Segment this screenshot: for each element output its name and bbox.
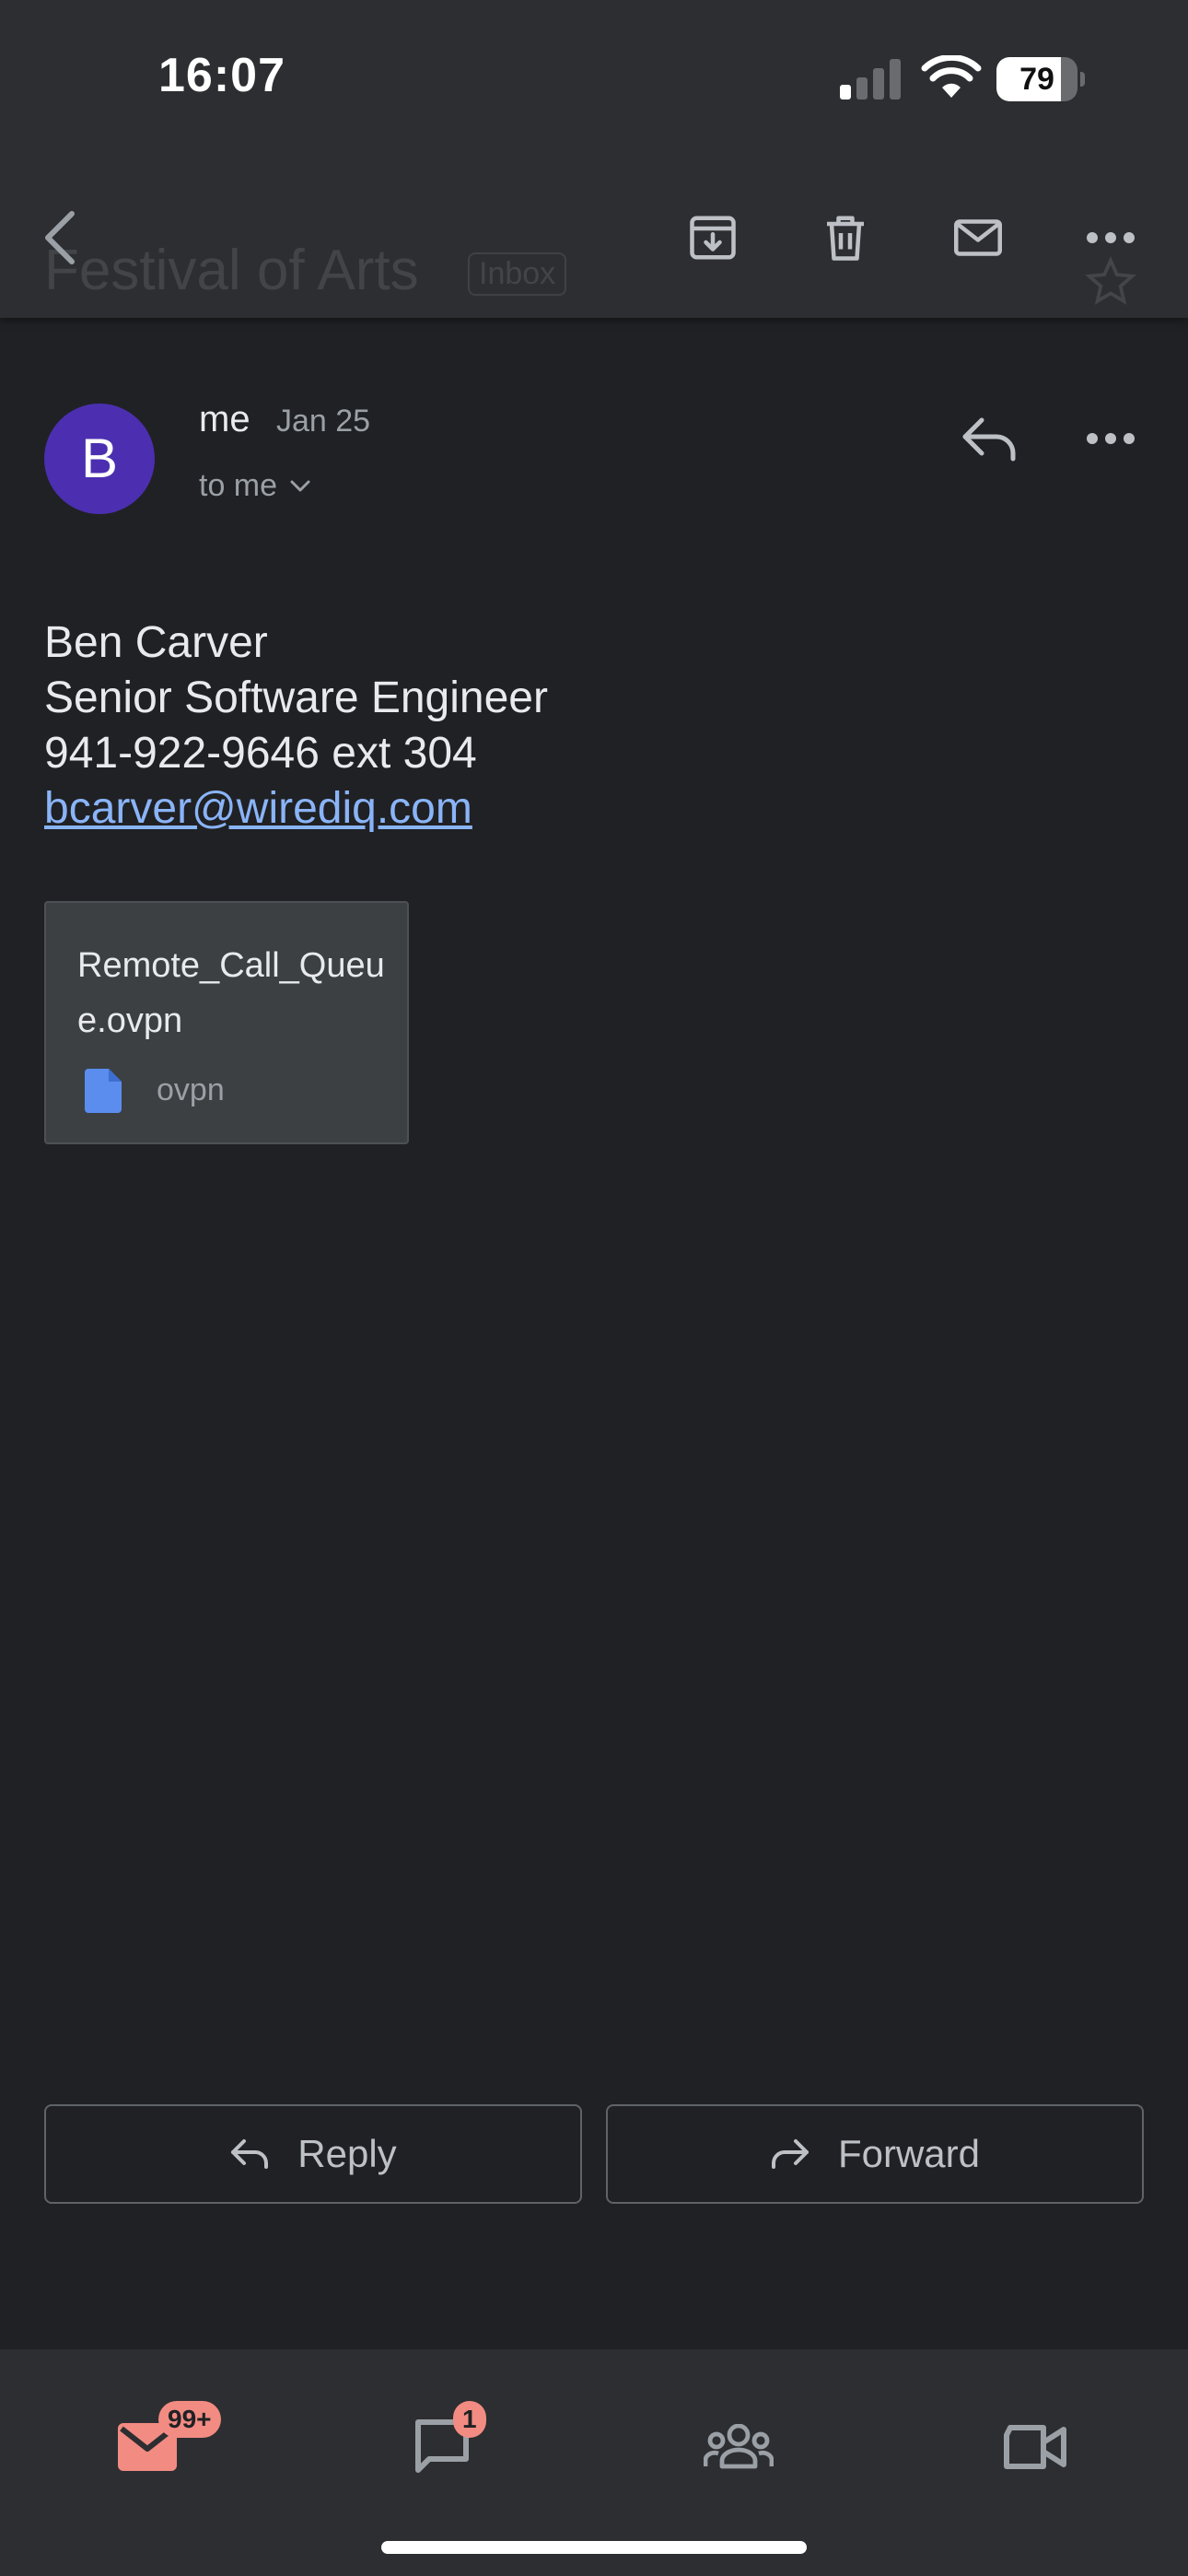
home-indicator[interactable] bbox=[381, 2541, 807, 2554]
nav-chat[interactable]: 1 bbox=[396, 2401, 488, 2493]
reply-button[interactable] bbox=[952, 402, 1026, 475]
inbox-label: Inbox bbox=[468, 252, 567, 296]
message-more-button[interactable] bbox=[1074, 402, 1147, 475]
more-icon bbox=[1087, 232, 1135, 243]
chat-unread-badge: 1 bbox=[453, 2401, 486, 2438]
archive-icon bbox=[690, 216, 736, 260]
signature-email-link[interactable]: bcarver@wirediq.com bbox=[44, 781, 548, 837]
file-icon bbox=[85, 1069, 122, 1113]
sender-name[interactable]: me bbox=[199, 399, 250, 440]
signature-title: Senior Software Engineer bbox=[44, 673, 548, 722]
reply-label: Reply bbox=[297, 2132, 397, 2175]
battery-indicator: 79 bbox=[996, 57, 1085, 101]
battery-level: 79 bbox=[1019, 62, 1054, 97]
collapsed-subject: Festival of Arts bbox=[44, 239, 419, 302]
status-time: 16:07 bbox=[158, 49, 285, 102]
forward-icon bbox=[771, 2139, 809, 2169]
forward-action-button[interactable]: Forward bbox=[606, 2104, 1144, 2204]
nav-mail[interactable]: 99+ bbox=[101, 2401, 221, 2493]
cellular-signal-icon bbox=[840, 59, 901, 100]
attachment-card[interactable]: Remote_Call_Queue.ovpn ovpn bbox=[44, 901, 409, 1144]
back-button[interactable] bbox=[28, 205, 94, 271]
delete-button[interactable] bbox=[812, 205, 879, 271]
trash-icon bbox=[827, 216, 864, 261]
message-body: Ben Carver Senior Software Engineer 941-… bbox=[44, 615, 548, 837]
signature-name: Ben Carver bbox=[44, 618, 268, 667]
archive-button[interactable] bbox=[680, 205, 746, 271]
recipient-label: to me bbox=[199, 468, 278, 503]
mark-unread-button[interactable] bbox=[945, 205, 1011, 271]
wifi-icon bbox=[921, 55, 982, 98]
reply-action-button[interactable]: Reply bbox=[44, 2104, 582, 2204]
avatar[interactable]: B bbox=[44, 404, 155, 514]
more-icon bbox=[1087, 433, 1135, 444]
spaces-icon bbox=[704, 2424, 774, 2469]
nav-spaces[interactable] bbox=[693, 2401, 785, 2493]
message-date: Jan 25 bbox=[276, 404, 371, 439]
video-camera-icon bbox=[1004, 2425, 1066, 2469]
attachment-type: ovpn bbox=[157, 1072, 225, 1107]
forward-label: Forward bbox=[837, 2132, 981, 2175]
mail-unread-badge: 99+ bbox=[158, 2401, 221, 2438]
back-icon bbox=[45, 211, 75, 264]
signature-phone[interactable]: 941-922-9646 ext 304 bbox=[44, 726, 548, 781]
top-app-bar: 16:07 79 Festival of Arts Inbox bbox=[0, 0, 1188, 318]
nav-meet[interactable] bbox=[989, 2401, 1081, 2493]
chevron-down-icon bbox=[290, 480, 310, 491]
recipient-details-toggle[interactable]: to me bbox=[199, 468, 310, 504]
reply-icon bbox=[962, 417, 1016, 462]
attachment-name: Remote_Call_Queue.ovpn bbox=[77, 946, 385, 1040]
more-options-button[interactable] bbox=[1077, 205, 1144, 271]
reply-icon bbox=[231, 2139, 269, 2169]
mail-icon bbox=[954, 219, 1002, 256]
